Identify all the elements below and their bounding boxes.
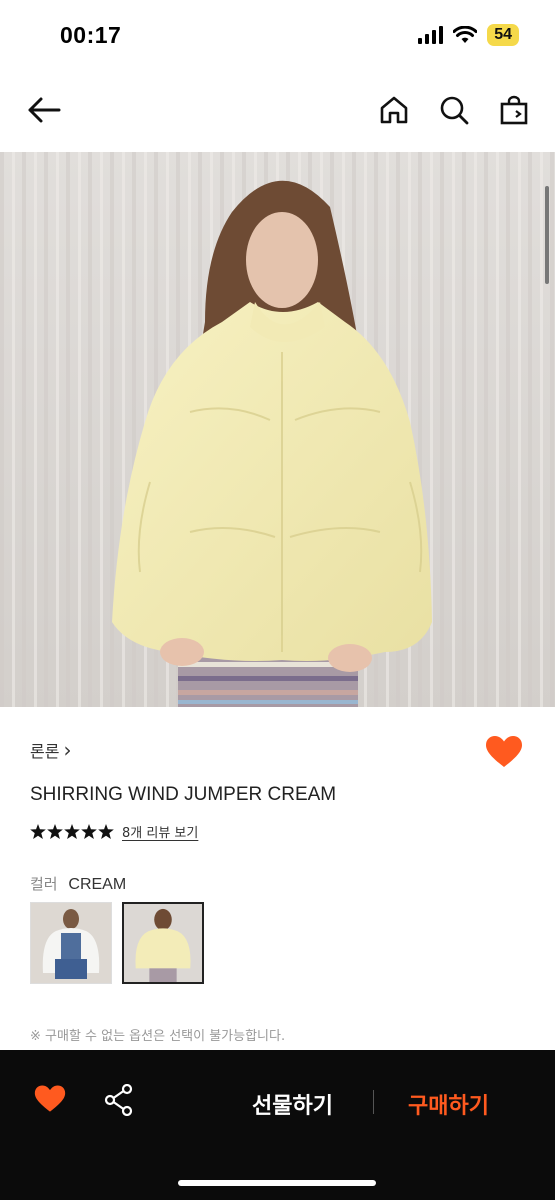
product-photo (0, 152, 555, 707)
product-title: SHIRRING WIND JUMPER CREAM (30, 784, 337, 805)
option-label: 컬러 (30, 875, 58, 893)
gift-button[interactable]: 선물하기 (252, 1088, 333, 1120)
review-link[interactable]: 8개 리뷰 보기 (122, 822, 198, 841)
divider (373, 1090, 374, 1114)
home-icon (380, 96, 408, 124)
cart-button[interactable] (494, 90, 534, 130)
star-rating (30, 824, 114, 839)
color-thumbnail-cream[interactable] (122, 902, 204, 984)
thumbnail-image (31, 903, 111, 983)
product-image[interactable] (0, 152, 555, 707)
back-button[interactable] (24, 90, 64, 130)
scroll-indicator (545, 186, 549, 284)
status-bar: 00:17 54 (0, 0, 555, 70)
battery-indicator: 54 (487, 24, 519, 46)
wishlist-button[interactable] (485, 735, 525, 771)
home-button[interactable] (374, 90, 414, 130)
bottom-action-bar: 선물하기 구매하기 (0, 1050, 555, 1200)
status-time: 00:17 (60, 22, 122, 48)
color-thumbnail-white[interactable] (30, 902, 112, 984)
heart-filled-icon (34, 1085, 66, 1112)
top-nav (0, 80, 555, 140)
color-thumbnails (30, 902, 204, 984)
wifi-icon (453, 26, 478, 43)
heart-filled-icon (486, 736, 522, 767)
color-option: 컬러 CREAM (30, 873, 126, 894)
star-icon (47, 824, 63, 839)
search-icon (440, 96, 469, 125)
star-icon (30, 824, 46, 839)
thumbnail-image (124, 904, 202, 982)
star-icon (64, 824, 80, 839)
status-icons: 54 (418, 24, 519, 46)
brand-link[interactable]: 론론 › (30, 738, 71, 762)
star-icon (81, 824, 97, 839)
option-value: CREAM (68, 876, 127, 893)
home-indicator (178, 1180, 376, 1186)
shopping-bag-icon (500, 95, 528, 125)
buy-button[interactable]: 구매하기 (408, 1088, 489, 1120)
star-icon (98, 824, 114, 839)
brand-name: 론론 (30, 742, 60, 761)
chevron-right-icon: › (63, 738, 72, 762)
share-button[interactable] (104, 1083, 136, 1118)
arrow-left-icon (28, 97, 61, 123)
share-icon (104, 1083, 133, 1117)
search-button[interactable] (434, 90, 474, 130)
cellular-signal-icon (418, 26, 444, 44)
option-notice: ※ 구매할 수 없는 옵션은 선택이 불가능합니다. (30, 1029, 286, 1044)
bottom-wishlist-button[interactable] (34, 1084, 70, 1118)
rating-row: 8개 리뷰 보기 (30, 822, 198, 841)
